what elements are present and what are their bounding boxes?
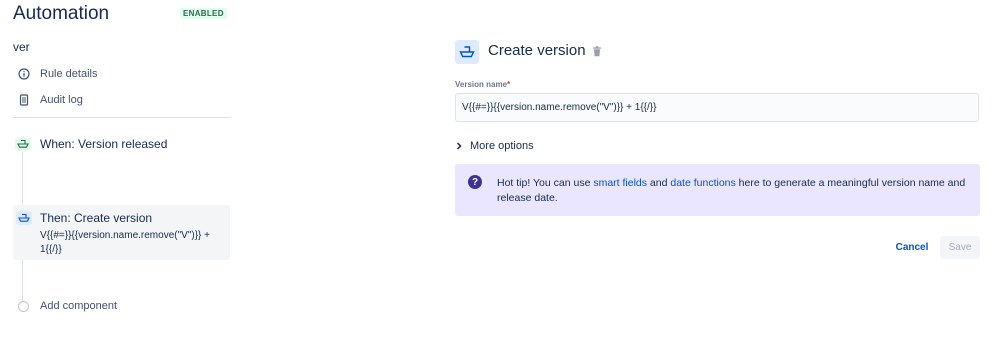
sidebar-item-audit-log[interactable]: Audit log [18,92,83,108]
more-options-toggle[interactable]: More options [455,140,534,152]
divider [13,117,231,118]
action-component-label[interactable]: Then: Create version [40,211,152,225]
sidebar-item-label: Audit log [40,94,83,106]
question-icon: ? [468,175,482,189]
page-title: Automation [13,3,110,24]
add-component-button[interactable]: Add component [40,300,117,312]
add-component-dot-icon [18,301,29,312]
sidebar-item-label: Rule details [40,68,98,80]
tip-middle: and [647,177,671,189]
required-marker: * [507,80,511,89]
tip-prefix: Hot tip! You can use [497,177,594,189]
panel-title: Create version [488,42,586,59]
field-label-text: Version name [455,80,508,89]
sidebar-item-rule-details[interactable]: Rule details [18,66,97,82]
chevron-right-icon [456,142,462,150]
ship-icon [15,137,31,151]
document-icon [19,94,29,106]
version-name-label: Version name* [455,80,510,89]
cancel-button[interactable]: Cancel [889,236,935,258]
trash-icon[interactable] [591,45,603,57]
status-badge: ENABLED [180,8,227,19]
action-component-detail: V{{#=}}{{version.name.remove("V")}} + 1{… [40,230,210,255]
ship-icon [455,40,479,64]
save-button[interactable]: Save [940,236,980,259]
more-options-label: More options [470,140,534,152]
date-functions-link[interactable]: date functions [670,177,735,189]
version-name-input[interactable] [455,93,979,122]
trigger-component[interactable]: When: Version released [40,137,167,151]
info-icon [18,68,30,80]
ship-icon [16,211,32,225]
rule-name: ver [13,40,30,54]
hot-tip-text: Hot tip! You can use smart fields and da… [497,176,972,206]
smart-fields-link[interactable]: smart fields [593,177,647,189]
